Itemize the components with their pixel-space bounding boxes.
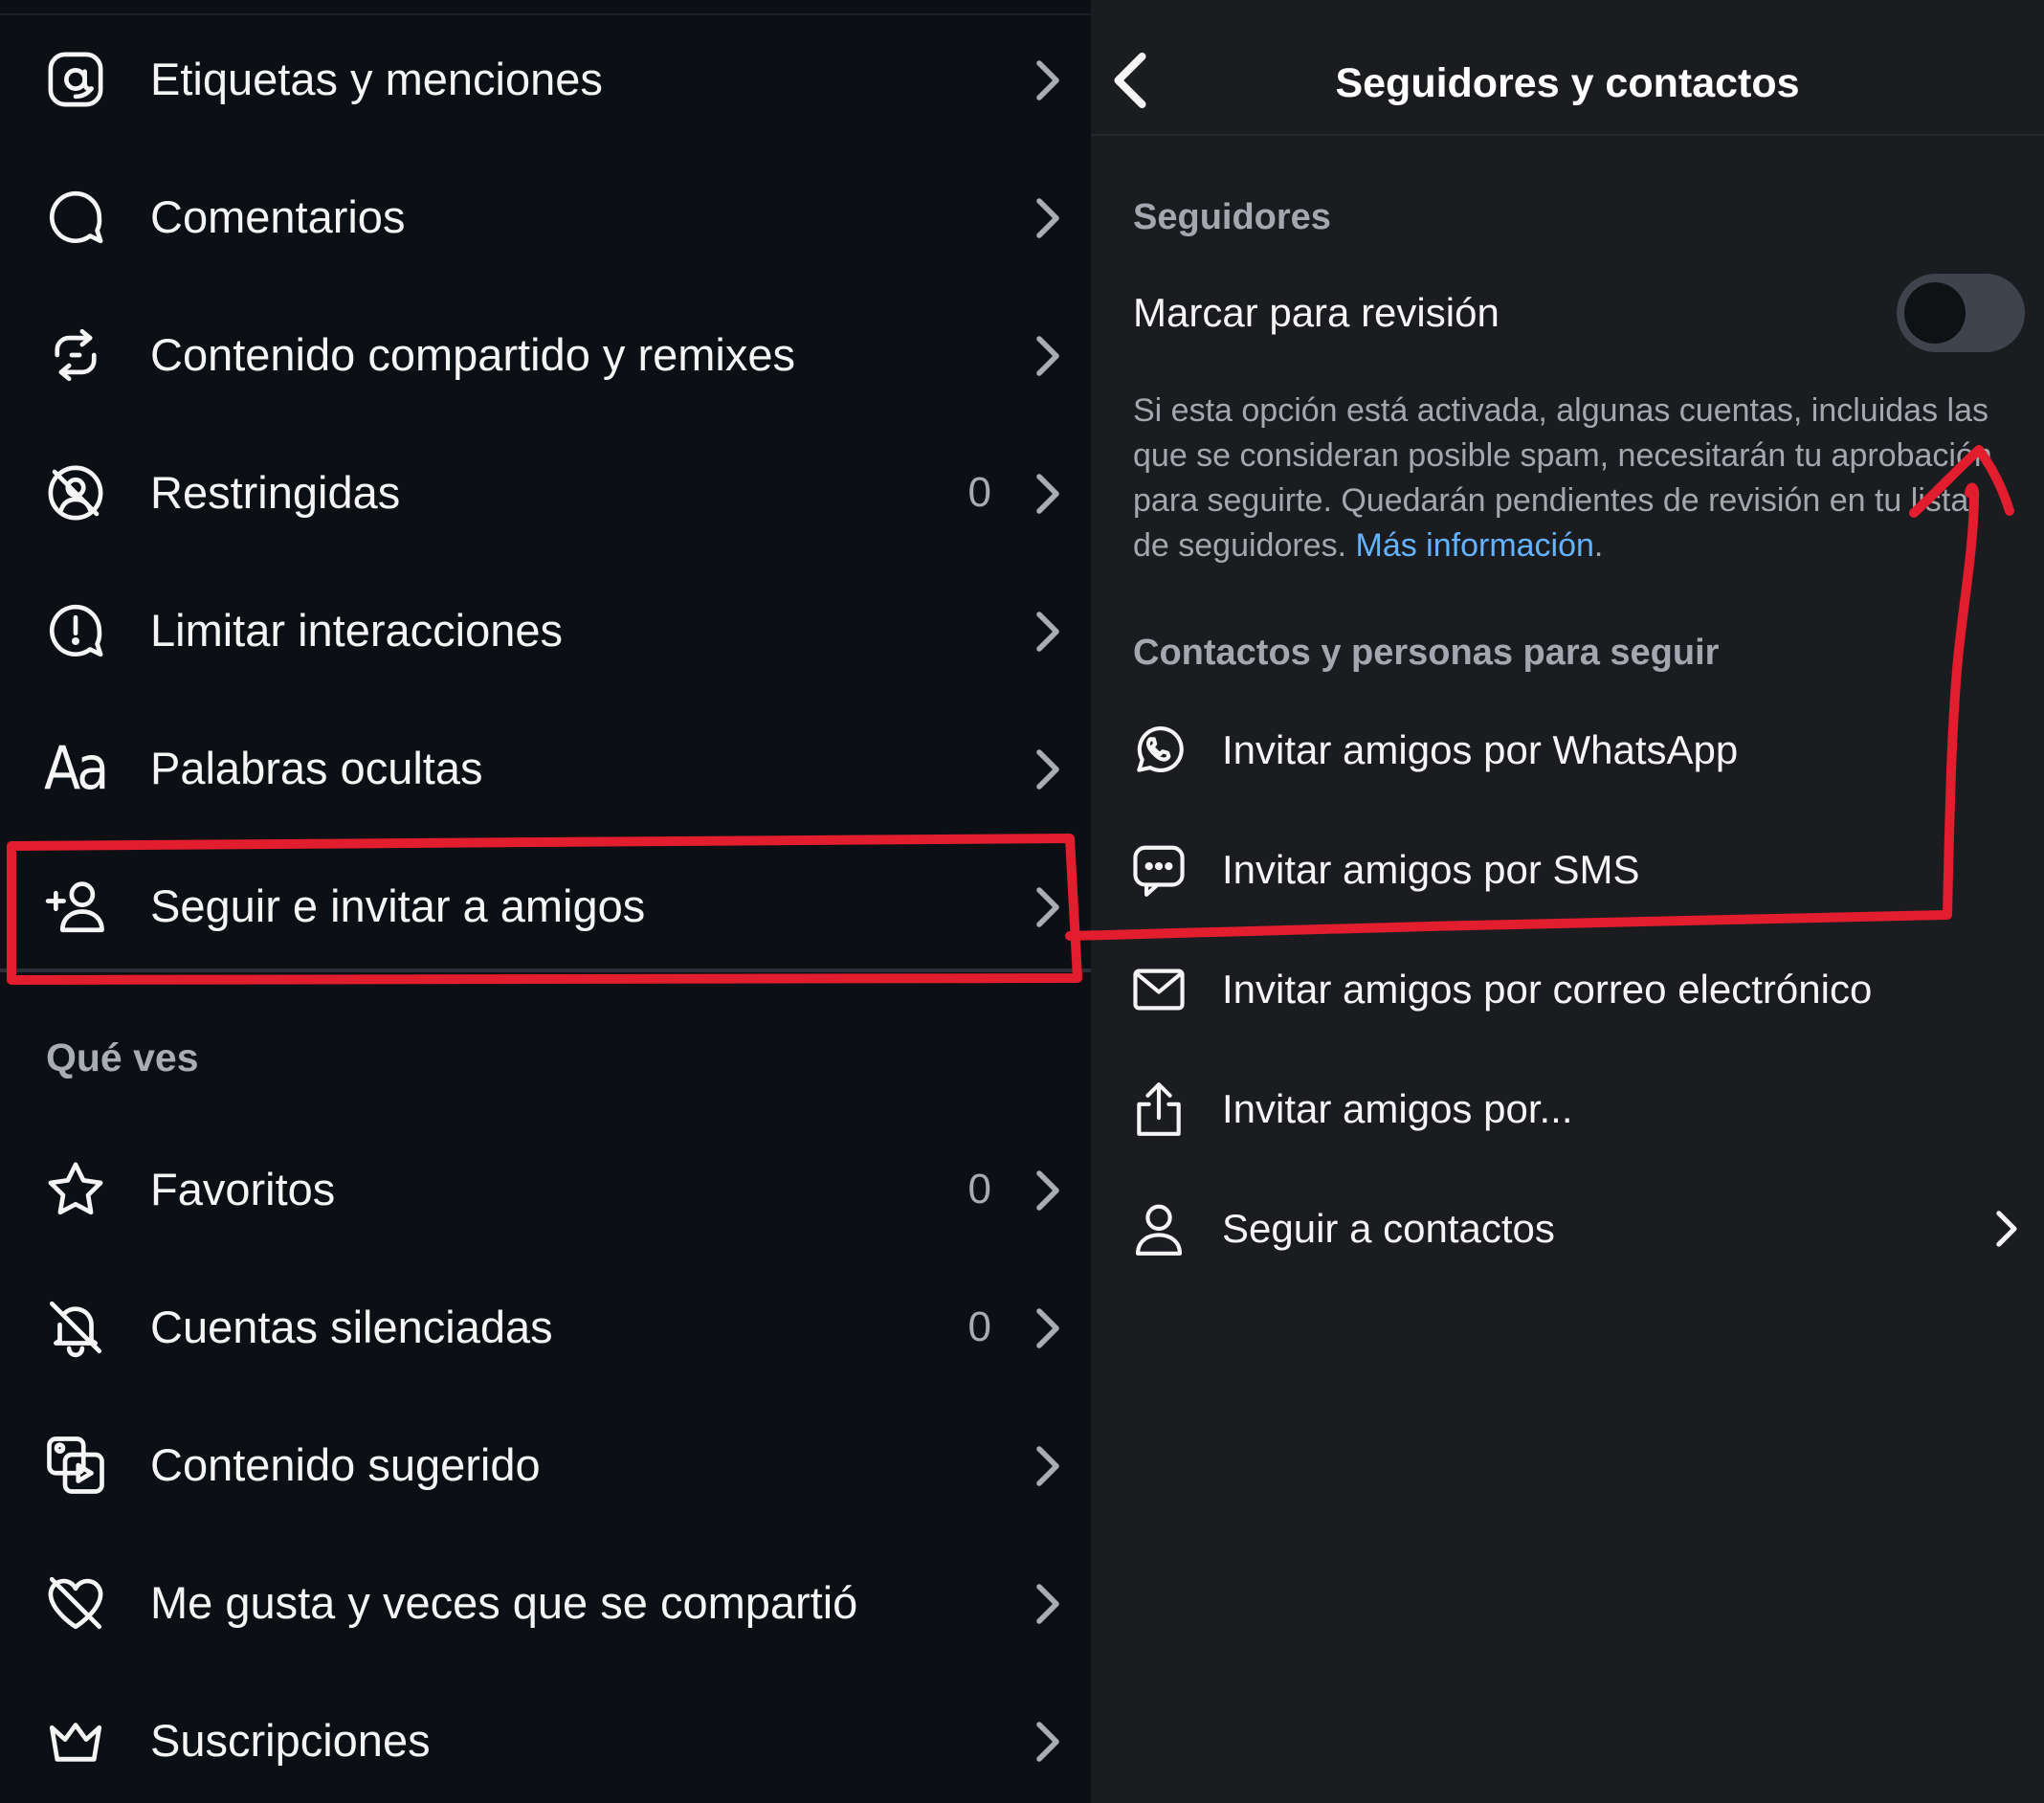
toggle-knob	[1904, 282, 1966, 344]
count-badge: 0	[967, 1303, 991, 1350]
menu-item-label: Comentarios	[150, 191, 406, 242]
follow-contacts-row[interactable]: Seguir a contactos	[1091, 1176, 2044, 1281]
menu-item-follow-invite-friends[interactable]: Seguir e invitar a amigos	[0, 835, 1091, 972]
screen-header: Seguidores y contactos	[1091, 0, 2044, 136]
person-icon	[1129, 1199, 1189, 1258]
sms-bubble-icon	[1129, 840, 1189, 900]
menu-item-likes-shares[interactable]: Me gusta y veces que se compartió	[0, 1531, 1091, 1669]
text-aa-icon: Aa	[44, 733, 109, 803]
learn-more-link[interactable]: Más información	[1356, 527, 1594, 564]
review-description: Si esta opción está activada, algunas cu…	[1133, 389, 1999, 568]
invite-email-row[interactable]: Invitar amigos por correo electrónico	[1091, 937, 2044, 1042]
chevron-right-icon	[1028, 1305, 1066, 1351]
count-badge: 0	[967, 1166, 991, 1213]
at-sign-icon	[44, 48, 107, 111]
menu-item-label: Limitar interacciones	[150, 605, 564, 656]
menu-item-label: Restringidas	[150, 467, 401, 518]
menu-item-favorites[interactable]: Favoritos 0	[0, 1118, 1091, 1256]
menu-item-tags-mentions[interactable]: Etiquetas y menciones	[0, 8, 1091, 145]
menu-item-limit-interactions[interactable]: Limitar interacciones	[0, 559, 1091, 697]
menu-item-label: Me gusta y veces que se compartió	[150, 1577, 858, 1628]
section-title-followers: Seguidores	[1133, 197, 1331, 237]
invite-label: Invitar amigos por correo electrónico	[1222, 967, 1873, 1012]
menu-item-label: Contenido sugerido	[150, 1439, 541, 1490]
menu-item-label: Suscripciones	[150, 1715, 431, 1766]
suggested-media-icon	[44, 1434, 107, 1497]
menu-item-label: Cuentas silenciadas	[150, 1302, 553, 1352]
chevron-right-icon	[1028, 609, 1066, 655]
review-toggle-switch[interactable]	[1897, 274, 2025, 352]
remix-arrows-icon	[44, 323, 107, 387]
review-toggle-label: Marcar para revisión	[1133, 290, 1500, 335]
description-end: .	[1593, 527, 1604, 564]
add-person-icon	[44, 875, 107, 938]
invite-label: Invitar amigos por...	[1222, 1086, 1573, 1131]
chevron-right-icon	[1028, 1443, 1066, 1489]
menu-item-hidden-words[interactable]: Aa Palabras ocultas	[0, 697, 1091, 835]
followers-contacts-screen: Seguidores y contactos Seguidores Marcar…	[1091, 0, 2044, 1803]
invite-label: Seguir a contactos	[1222, 1206, 1555, 1251]
chevron-right-icon	[1028, 333, 1066, 379]
menu-item-subscriptions[interactable]: Suscripciones	[0, 1669, 1091, 1803]
chevron-right-icon	[1028, 471, 1066, 517]
whatsapp-icon	[1129, 721, 1189, 780]
chevron-right-icon	[1028, 1581, 1066, 1627]
crown-icon	[44, 1709, 107, 1772]
heart-off-icon	[44, 1571, 107, 1635]
menu-item-muted-accounts[interactable]: Cuentas silenciadas 0	[0, 1256, 1091, 1393]
chevron-right-icon	[1028, 1168, 1066, 1213]
restricted-icon	[44, 461, 107, 524]
menu-item-label: Palabras ocultas	[150, 743, 483, 793]
menu-item-restricted[interactable]: Restringidas 0	[0, 421, 1091, 559]
invite-label: Invitar amigos por WhatsApp	[1222, 727, 1739, 772]
muted-bell-icon	[44, 1296, 107, 1359]
invite-share-row[interactable]: Invitar amigos por...	[1091, 1057, 2044, 1162]
menu-item-label: Seguir e invitar a amigos	[150, 880, 646, 931]
privacy-settings-menu: Etiquetas y menciones Comentarios Conten…	[0, 0, 1091, 1803]
share-upload-icon	[1129, 1080, 1189, 1139]
envelope-icon	[1129, 960, 1189, 1019]
menu-item-comments[interactable]: Comentarios	[0, 145, 1091, 283]
invite-sms-row[interactable]: Invitar amigos por SMS	[1091, 817, 2044, 923]
count-badge: 0	[967, 469, 991, 516]
comment-bubble-icon	[44, 186, 107, 249]
menu-item-label: Favoritos	[150, 1164, 336, 1214]
alert-bubble-icon	[44, 599, 107, 662]
chevron-right-icon	[1028, 195, 1066, 241]
page-title: Seguidores y contactos	[1335, 60, 1800, 106]
menu-item-shared-remixes[interactable]: Contenido compartido y remixes	[0, 283, 1091, 421]
chevron-right-icon	[1028, 1719, 1066, 1765]
section-title-contacts: Contactos y personas para seguir	[1133, 633, 1720, 673]
star-icon	[44, 1158, 107, 1221]
chevron-right-icon	[1988, 1205, 2023, 1253]
menu-item-label: Contenido compartido y remixes	[150, 329, 795, 380]
chevron-right-icon	[1028, 884, 1066, 930]
menu-item-suggested-content[interactable]: Contenido sugerido	[0, 1393, 1091, 1531]
invite-whatsapp-row[interactable]: Invitar amigos por WhatsApp	[1091, 698, 2044, 803]
chevron-right-icon	[1028, 746, 1066, 792]
chevron-right-icon	[1028, 57, 1066, 103]
section-title-what-you-see: Qué ves	[46, 1035, 199, 1080]
section-divider	[0, 968, 1091, 972]
invite-label: Invitar amigos por SMS	[1222, 847, 1640, 892]
menu-item-label: Etiquetas y menciones	[150, 54, 603, 104]
